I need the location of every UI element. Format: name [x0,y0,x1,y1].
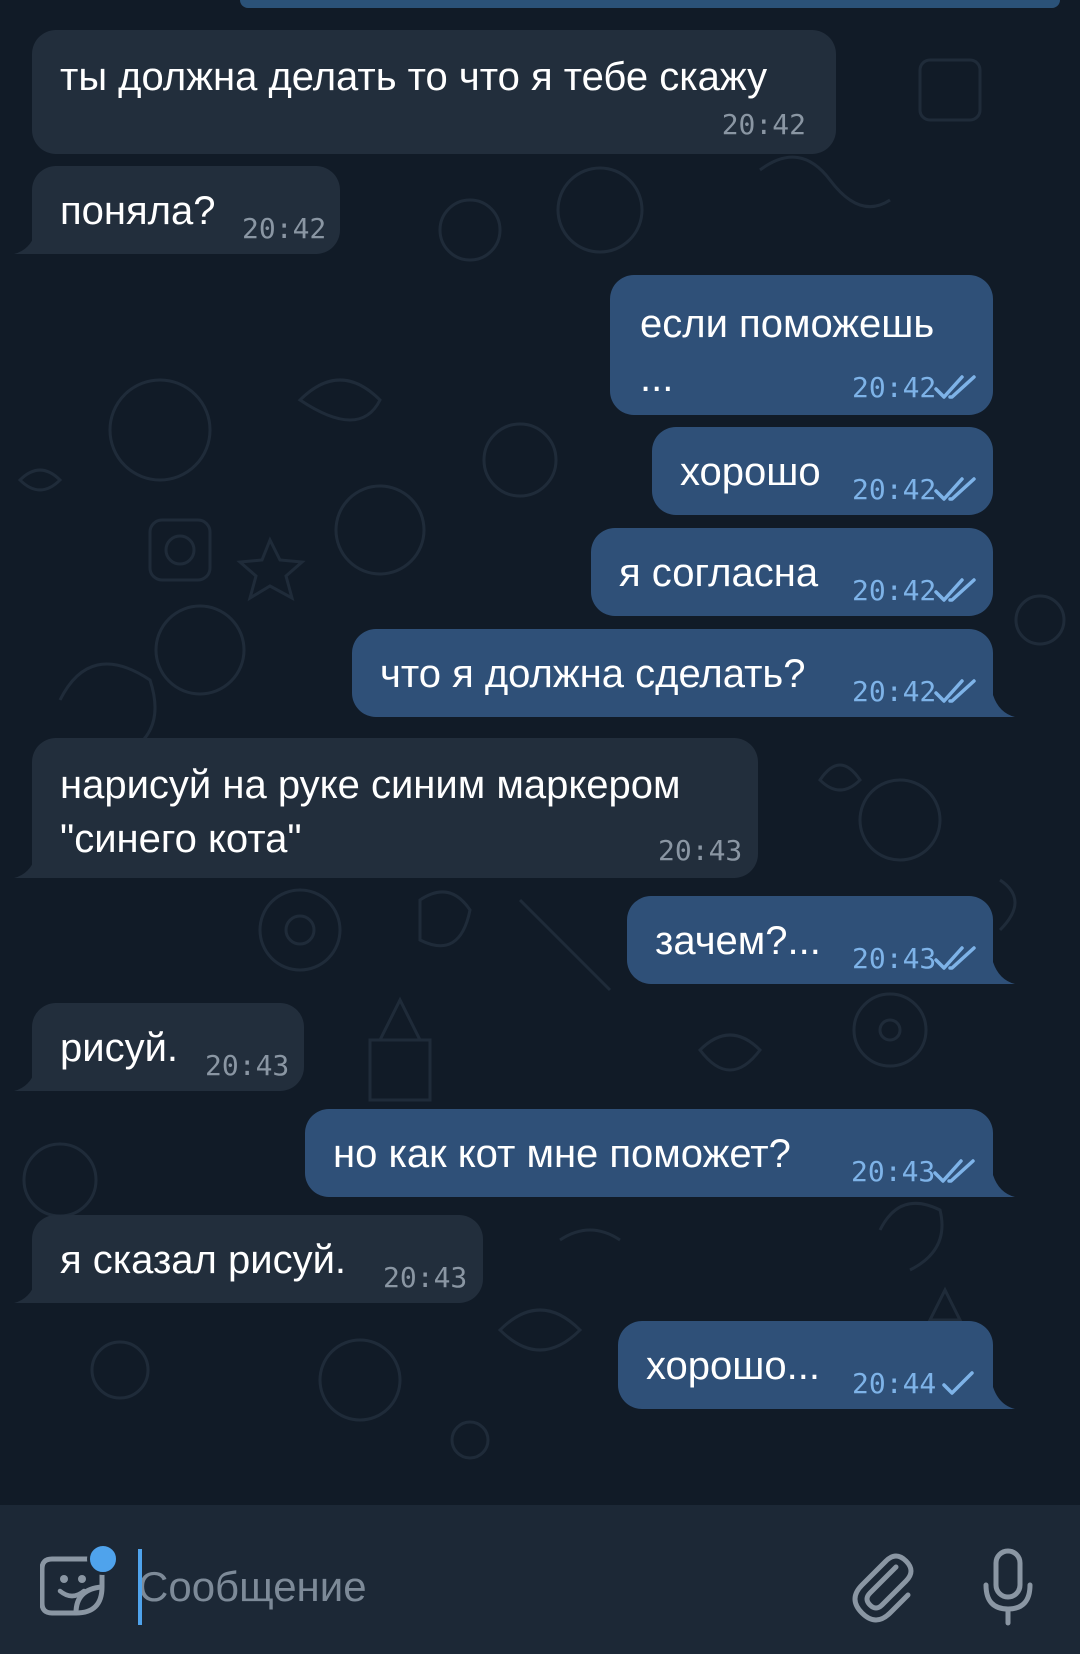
message-text: нарисуй на руке синим маркером "синего к… [60,763,681,861]
previous-message-bubble-edge [240,0,1060,8]
message-text: что я должна сделать? [380,652,806,696]
double-check-read-icon [934,946,976,970]
bubble-tail [14,1069,36,1091]
message-outgoing[interactable]: что я должна сделать? 20:42 [352,629,993,717]
message-text: зачем?... [655,919,821,963]
message-time: 20:43 [851,1155,936,1188]
message-incoming[interactable]: поняла? 20:42 [32,166,340,254]
single-check-sent-icon [942,1371,974,1395]
bubble-tail [993,1387,1015,1409]
message-text: я согласна [619,551,819,595]
message-time: 20:42 [852,371,937,404]
message-time: 20:43 [852,942,937,975]
double-check-read-icon [934,679,976,703]
message-incoming[interactable]: нарисуй на руке синим маркером "синего к… [32,738,758,878]
message-text: но как кот мне поможет? [333,1132,791,1176]
chat-screen: ты должна делать то что я тебе скажу 20:… [0,0,1080,1654]
message-time: 20:42 [852,574,937,607]
message-time: 20:44 [852,1367,937,1400]
message-incoming[interactable]: я сказал рисуй. 20:43 [32,1215,483,1303]
message-time: 20:43 [205,1049,290,1082]
message-text: ты должна делать то что я тебе скажу [60,55,768,99]
message-outgoing[interactable]: но как кот мне поможет? 20:43 [305,1109,993,1197]
message-input[interactable] [138,1545,788,1629]
double-check-read-icon [934,578,976,602]
message-incoming[interactable]: ты должна делать то что я тебе скажу 20:… [32,30,836,154]
notification-dot [87,1543,119,1575]
message-time: 20:42 [852,473,937,506]
bubble-tail [14,232,36,254]
message-outgoing[interactable]: если поможешь ... 20:42 [610,275,993,415]
double-check-read-icon [933,1159,975,1183]
message-outgoing[interactable]: я согласна 20:42 [591,528,993,616]
message-time: 20:43 [383,1261,468,1294]
bubble-tail [14,856,36,878]
double-check-read-icon [934,375,976,399]
message-outgoing[interactable]: зачем?... 20:43 [627,896,993,984]
bubble-tail [993,695,1015,717]
double-check-read-icon [934,477,976,501]
message-text: поняла? [60,189,216,233]
message-outgoing[interactable]: хорошо... 20:44 [618,1321,993,1409]
message-composer [0,1505,1080,1654]
message-time: 20:42 [721,108,806,141]
text-cursor [138,1549,142,1625]
message-text: рисуй. [60,1026,179,1070]
message-time: 20:43 [658,834,743,867]
bubble-tail [993,1175,1015,1197]
message-time: 20:42 [852,675,937,708]
paperclip-icon[interactable] [852,1553,918,1623]
bubble-tail [14,1281,36,1303]
bubble-tail [993,962,1015,984]
message-text: я сказал рисуй. [60,1238,347,1282]
message-time: 20:42 [242,212,327,245]
message-text: хорошо... [646,1344,820,1388]
microphone-icon[interactable] [978,1545,1038,1629]
message-text: хорошо [680,450,821,494]
message-outgoing[interactable]: хорошо 20:42 [652,427,993,515]
message-incoming[interactable]: рисуй. 20:43 [32,1003,304,1091]
